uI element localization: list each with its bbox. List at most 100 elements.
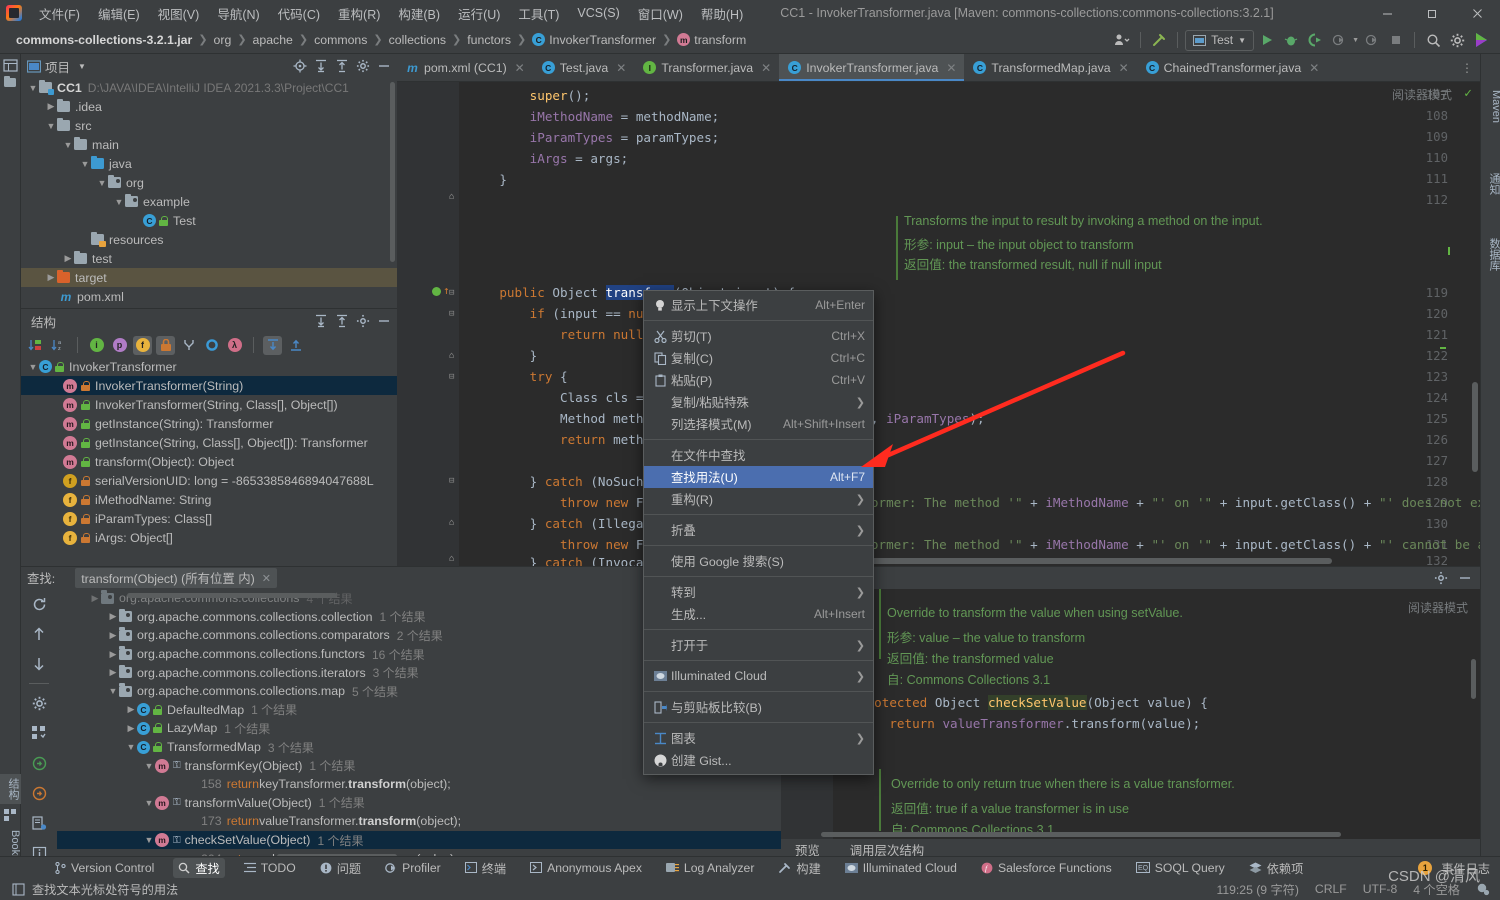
editor-context-menu[interactable]: 显示上下文操作 Alt+Enter 剪切(T) Ctrl+X 复制(C) Ctr…: [643, 290, 874, 775]
run-configuration-selector[interactable]: Test ▼: [1185, 29, 1255, 51]
tree-item-cc1[interactable]: ▼ CC1 D:\JAVA\IDEA\IntelliJ IDEA 2021.3.…: [21, 78, 397, 97]
collapse-tree-icon[interactable]: [286, 336, 305, 355]
chevron-right-icon[interactable]: ▶: [125, 704, 137, 715]
tool-illuminated-cloud[interactable]: Illuminated Cloud: [840, 860, 962, 876]
menu-compare-with-clipboard[interactable]: 与剪贴板比较(B): [644, 696, 873, 718]
chevron-down-icon[interactable]: ▼: [27, 362, 39, 372]
chevron-right-icon[interactable]: ▶: [107, 611, 119, 622]
close-icon[interactable]: ✕: [1309, 61, 1319, 75]
export-icon[interactable]: [21, 808, 57, 838]
chevron-down-icon[interactable]: ▼: [113, 197, 125, 207]
tree-item-main[interactable]: ▼ main: [21, 135, 397, 154]
close-icon[interactable]: ✕: [515, 61, 525, 75]
search-icon[interactable]: [1422, 29, 1444, 51]
error-stripe-marker[interactable]: [1440, 347, 1446, 349]
run-with-coverage-icon[interactable]: [1304, 29, 1326, 51]
tab-test-java[interactable]: C Test.java ✕: [533, 54, 635, 81]
tool-version-control[interactable]: Version Control: [50, 860, 159, 876]
next-occurrence-icon[interactable]: [21, 649, 57, 679]
profile-icon[interactable]: [1328, 29, 1350, 51]
structure-item-ctor2[interactable]: m InvokerTransformer(String, Class[], Ob…: [21, 395, 397, 414]
menu-run[interactable]: 运行(U): [449, 1, 509, 26]
line-separator[interactable]: CRLF: [1315, 882, 1347, 896]
tab-transformer-java[interactable]: I Transformer.java ✕: [634, 54, 779, 81]
tab-transformedmap-java[interactable]: C TransformedMap.java ✕: [964, 54, 1136, 81]
run-gutter-icon[interactable]: [432, 287, 441, 296]
tool-find[interactable]: 查找: [173, 857, 225, 878]
fold-marker-icon[interactable]: ⊟: [449, 372, 454, 382]
menu-illuminated-cloud[interactable]: Illuminated Cloud ❯: [644, 665, 873, 687]
chevron-right-icon[interactable]: ▶: [45, 272, 57, 283]
menu-column-selection-mode[interactable]: 列选择模式(M) Alt+Shift+Insert: [644, 413, 873, 435]
hide-panel-icon[interactable]: [375, 57, 393, 75]
fold-marker-icon[interactable]: ⌂: [449, 554, 454, 564]
project-tool-icon[interactable]: [3, 58, 18, 76]
menu-edit[interactable]: 编辑(E): [89, 1, 149, 26]
editor-horizontal-scrollbar[interactable]: [852, 558, 1332, 564]
results-scrollbar-top[interactable]: [127, 593, 337, 598]
hammer-icon[interactable]: [1148, 29, 1170, 51]
run-icon[interactable]: [1256, 29, 1278, 51]
fold-marker-icon[interactable]: ⊟: [449, 476, 454, 486]
structure-item-getinstance1[interactable]: m getInstance(String): Transformer: [21, 414, 397, 433]
tool-dependencies[interactable]: 依赖项: [1244, 858, 1309, 878]
menu-file[interactable]: 文件(F): [30, 1, 89, 26]
show-lambdas-icon[interactable]: λ: [225, 336, 244, 355]
chevron-right-icon[interactable]: ▶: [89, 593, 101, 604]
structure-item-iparamtypes[interactable]: f iParamTypes: Class[]: [21, 509, 397, 528]
panel-settings-gear-icon[interactable]: [354, 312, 372, 330]
menu-window[interactable]: 窗口(W): [629, 1, 692, 26]
chevron-down-icon[interactable]: ▼: [79, 159, 91, 169]
preview-horizontal-scrollbar[interactable]: [821, 832, 1341, 837]
menu-open-in[interactable]: 打开于 ❯: [644, 634, 873, 656]
chevron-down-icon[interactable]: ▼: [125, 742, 137, 752]
close-icon[interactable]: ✕: [262, 572, 271, 585]
tab-overflow-icon[interactable]: ⋮: [1461, 54, 1480, 81]
menu-build[interactable]: 构建(B): [389, 1, 449, 26]
chevron-right-icon[interactable]: ▶: [107, 649, 119, 660]
fold-marker-icon[interactable]: ⌂: [449, 192, 454, 202]
assistant-icon[interactable]: [1470, 29, 1492, 51]
menu-diagrams[interactable]: 图表 ❯: [644, 727, 873, 749]
menu-find-usages[interactable]: 查找用法(U) Alt+F7: [644, 466, 873, 488]
code-editor[interactable]: 107 108 109 110 111 112 119 120 121 122 …: [397, 82, 1480, 566]
minimize-button[interactable]: [1365, 0, 1410, 26]
debug-icon[interactable]: [1280, 29, 1302, 51]
hide-panel-icon[interactable]: [1456, 569, 1474, 587]
profile-alt-icon[interactable]: [1361, 29, 1383, 51]
chevron-down-icon[interactable]: ▼: [78, 62, 86, 71]
bookmarks-grid-icon[interactable]: [4, 809, 17, 825]
close-icon[interactable]: ✕: [1119, 61, 1129, 75]
tree-item-target[interactable]: ▶ target: [21, 268, 397, 287]
locate-file-icon[interactable]: [291, 57, 309, 75]
close-icon[interactable]: ✕: [616, 61, 626, 75]
chevron-down-icon[interactable]: ▼: [27, 83, 39, 93]
menu-folding[interactable]: 折叠 ❯: [644, 519, 873, 541]
menu-paste[interactable]: 粘贴(P) Ctrl+V: [644, 369, 873, 391]
chevron-right-icon[interactable]: ▶: [62, 253, 74, 264]
tree-item-idea[interactable]: ▶ .idea: [21, 97, 397, 116]
tool-build[interactable]: 构建: [773, 858, 825, 878]
editor-gutter[interactable]: [397, 82, 459, 566]
result-row-selected[interactable]: ▼ m ⚿ checkSetValue(Object) 1 个结果: [57, 830, 781, 850]
chevron-down-icon[interactable]: ▼: [143, 835, 155, 845]
tool-todo[interactable]: TODO: [239, 860, 301, 876]
structure-item-serialversionuid[interactable]: f serialVersionUID: long = -865338584689…: [21, 471, 397, 490]
tool-profiler[interactable]: Profiler: [380, 860, 446, 876]
structure-item-getinstance2[interactable]: m getInstance(String, Class[], Object[])…: [21, 433, 397, 452]
fold-marker-icon[interactable]: ⊟: [449, 309, 454, 319]
menu-code[interactable]: 代码(C): [269, 1, 329, 26]
close-icon[interactable]: ✕: [761, 61, 771, 75]
tool-problems[interactable]: 问题: [315, 858, 366, 878]
group-by-icon[interactable]: [21, 718, 57, 748]
tool-anonymous-apex[interactable]: Anonymous Apex: [525, 860, 647, 876]
reader-mode-label[interactable]: 阅读器模式: [1392, 86, 1452, 103]
user-icon[interactable]: [1111, 29, 1133, 51]
inspection-ok-icon[interactable]: ✓: [1464, 86, 1472, 101]
caret-position[interactable]: 119:25 (9 字符): [1216, 880, 1298, 898]
sidebar-tab-notifications[interactable]: 通知: [1481, 169, 1500, 199]
menu-copy[interactable]: 复制(C) Ctrl+C: [644, 347, 873, 369]
menu-refactor[interactable]: 重构(R) ❯: [644, 488, 873, 510]
sidebar-tab-database[interactable]: 数据库: [1481, 234, 1500, 275]
structure-item-transform[interactable]: m transform(Object): Object: [21, 452, 397, 471]
